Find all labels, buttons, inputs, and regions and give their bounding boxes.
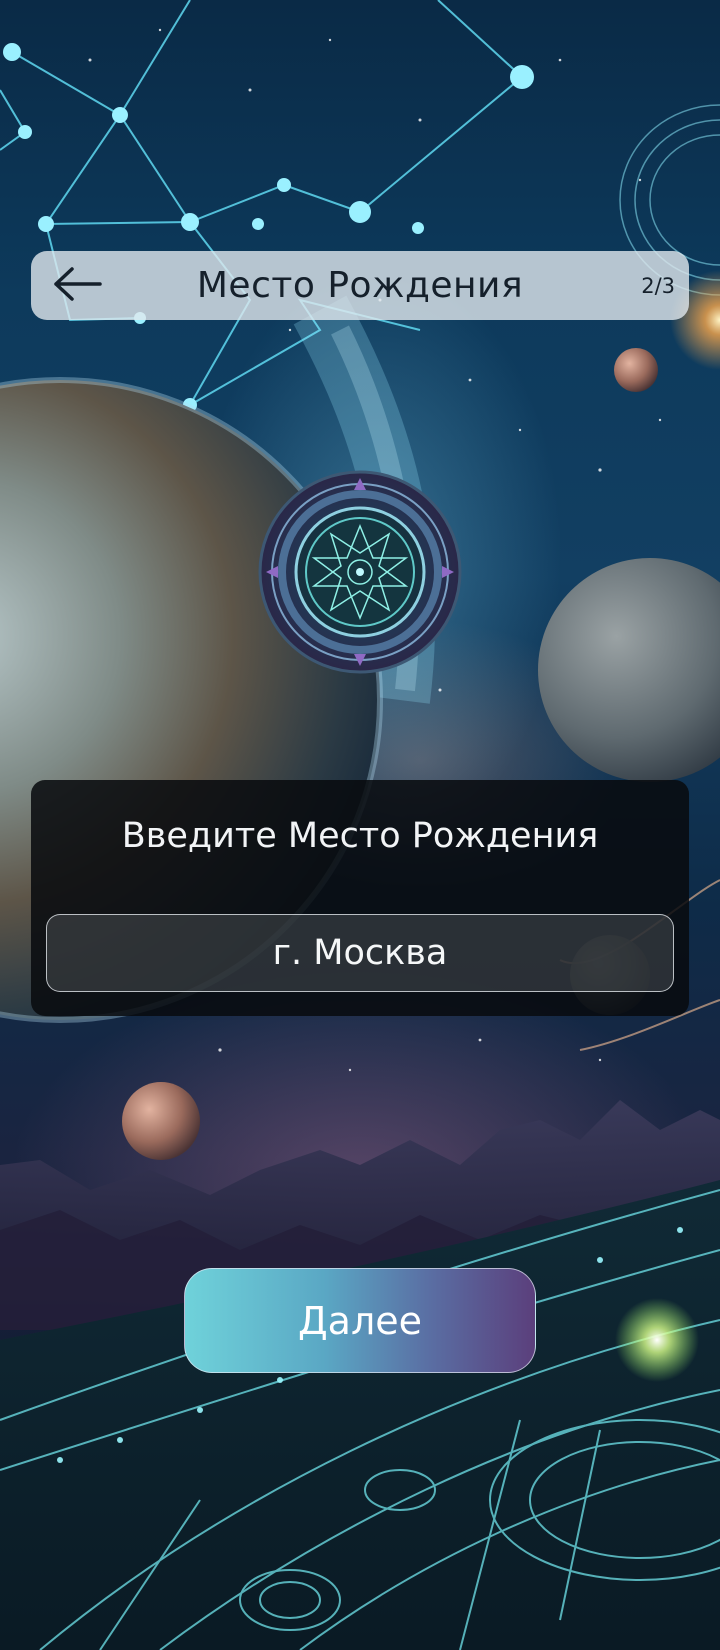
step-counter: 2/3 (641, 273, 675, 298)
page-title: Место Рождения (196, 265, 524, 306)
birthplace-input[interactable] (46, 914, 674, 992)
zodiac-emblem-icon (258, 470, 462, 674)
header-bar: Место Рождения 2/3 (31, 251, 689, 320)
birthplace-card: Введите Место Рождения (31, 780, 689, 1016)
next-button[interactable]: Далее (184, 1268, 536, 1373)
card-title: Введите Место Рождения (121, 816, 599, 856)
